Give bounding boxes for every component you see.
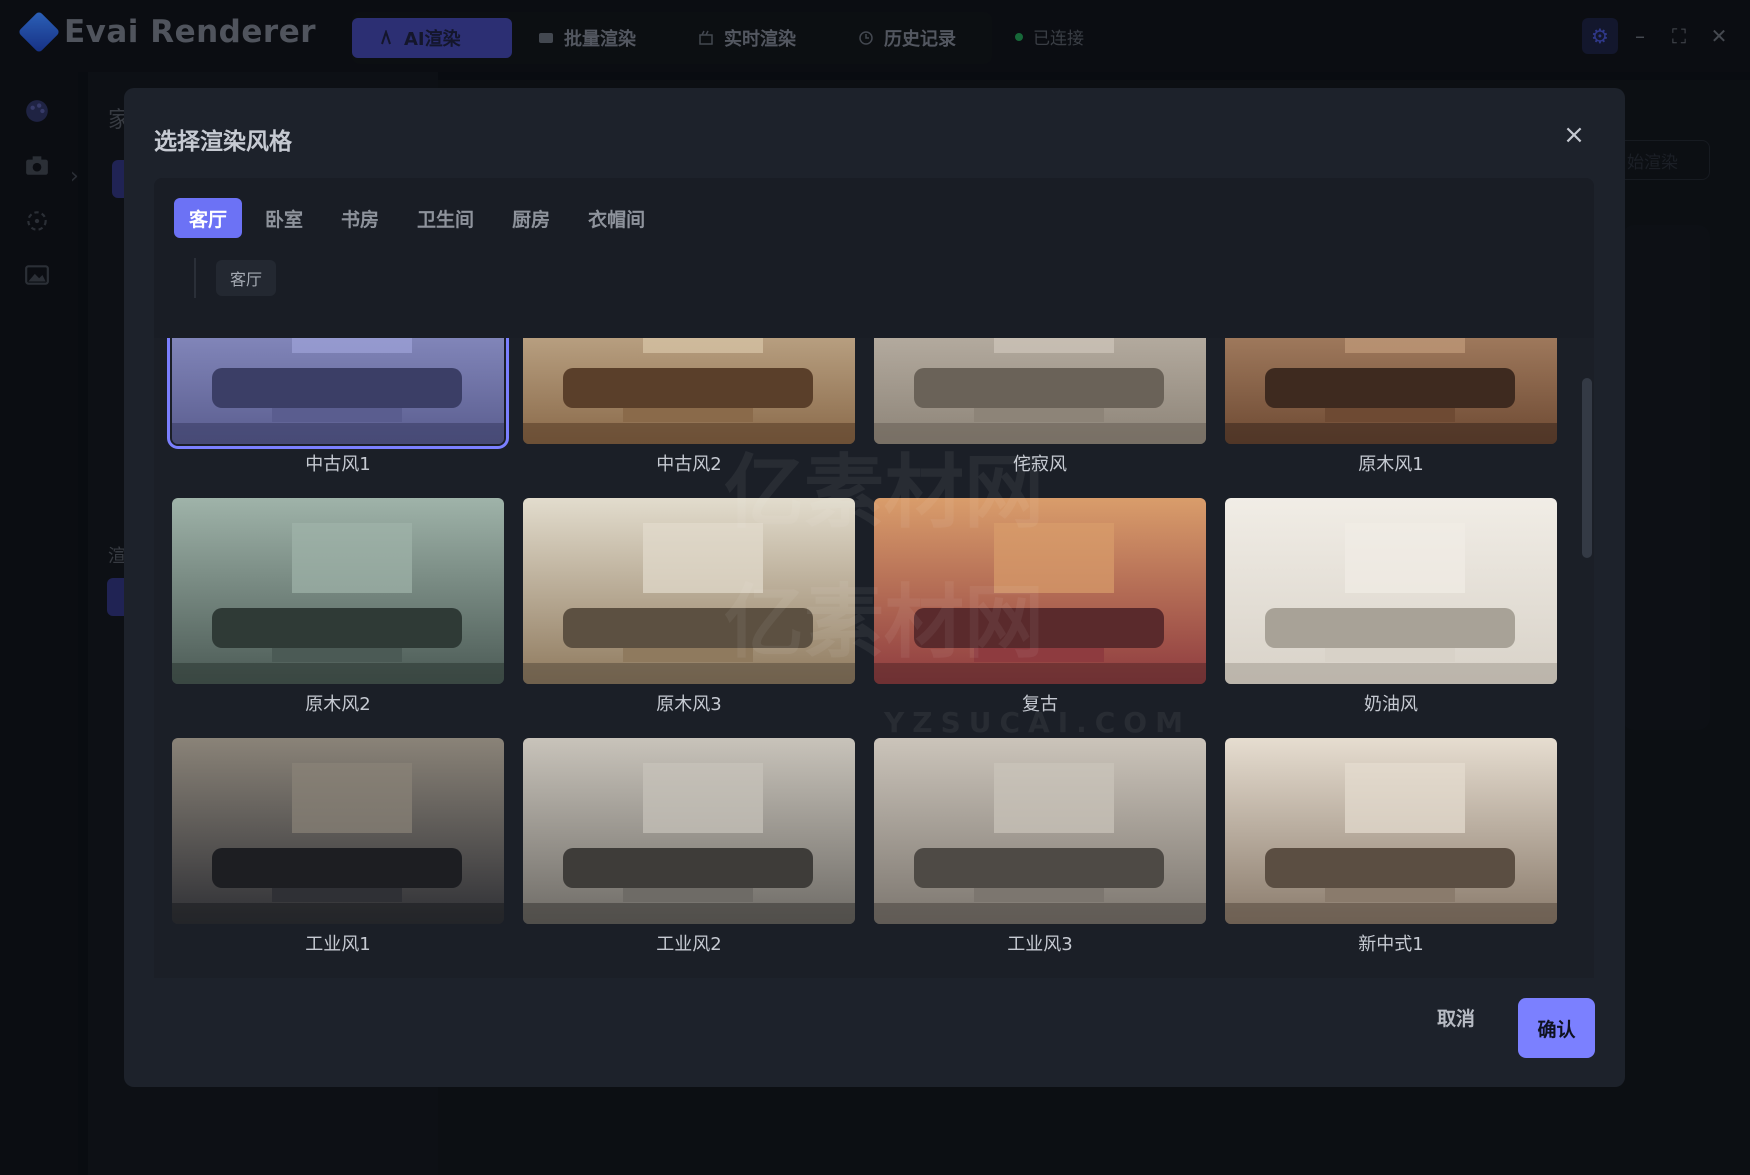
modal-close-button[interactable]: × <box>1561 122 1587 148</box>
style-card-label: 原木风1 <box>1358 454 1424 475</box>
style-card-label: 侘寂风 <box>1013 454 1067 475</box>
tab-living-room[interactable]: 客厅 <box>174 198 243 238</box>
close-icon: × <box>1563 120 1585 150</box>
style-card[interactable]: 原木风3 <box>523 498 855 728</box>
style-thumbnail-image <box>172 498 504 684</box>
style-card-label: 中古风2 <box>656 454 722 475</box>
style-grid: 中古风1 中古风2 侘寂风 原木风1 原木风2 原木风3 复古 奶油风工业风1 工业风2 工业风3… <box>154 338 1594 978</box>
style-thumbnail-image <box>172 738 504 924</box>
sub-category-tag[interactable]: 客厅 <box>216 260 277 296</box>
style-card-label: 中古风1 <box>305 454 371 475</box>
tab-cloakroom[interactable]: 衣帽间 <box>573 198 660 238</box>
style-thumbnail-image <box>874 338 1206 444</box>
grid-scrollbar[interactable] <box>1582 378 1592 558</box>
style-card[interactable]: 工业风3 <box>874 738 1206 968</box>
style-thumbnail-image <box>523 498 855 684</box>
style-card-label: 原木风2 <box>305 694 371 715</box>
style-thumbnail-image <box>523 738 855 924</box>
style-card[interactable]: 侘寂风 <box>874 338 1206 488</box>
confirm-button[interactable]: 确认 <box>1518 998 1595 1058</box>
style-card[interactable]: 原木风1 <box>1225 338 1557 488</box>
style-thumbnail-image <box>874 738 1206 924</box>
modal-title: 选择渲染风格 <box>154 129 292 155</box>
style-card-label: 工业风1 <box>305 934 371 955</box>
style-card-label: 奶油风 <box>1364 694 1418 715</box>
tab-bathroom[interactable]: 卫生间 <box>402 198 489 238</box>
style-card[interactable]: 奶油风 <box>1225 498 1557 728</box>
style-card[interactable]: 中古风2 <box>523 338 855 488</box>
style-thumbnail-image <box>1225 738 1557 924</box>
tab-kitchen[interactable]: 厨房 <box>497 198 565 238</box>
style-card-label: 工业风3 <box>1007 934 1073 955</box>
style-card-label: 复古 <box>1022 694 1058 715</box>
style-card[interactable]: 工业风1 <box>172 738 504 968</box>
tab-bedroom[interactable]: 卧室 <box>250 198 318 238</box>
style-thumbnail-image <box>167 338 509 449</box>
style-thumbnail-image <box>874 498 1206 684</box>
style-select-modal: 选择渲染风格 × 客厅 卧室 书房 卫生间 厨房 衣帽间 客厅 中古风1 中古风2… <box>124 88 1625 1087</box>
cancel-button[interactable]: 取消 <box>1426 997 1486 1037</box>
style-card-label: 新中式1 <box>1358 934 1424 955</box>
style-thumbnail-image <box>1225 338 1557 444</box>
style-card[interactable]: 原木风2 <box>172 498 504 728</box>
style-card[interactable]: 工业风2 <box>523 738 855 968</box>
style-thumbnail-image <box>1225 498 1557 684</box>
sub-tag-divider <box>194 258 196 298</box>
category-tabs: 客厅 卧室 书房 卫生间 厨房 衣帽间 <box>174 198 668 238</box>
style-thumbnail-image <box>523 338 855 444</box>
tab-study[interactable]: 书房 <box>326 198 394 238</box>
style-card-label: 原木风3 <box>656 694 722 715</box>
style-card[interactable]: 新中式1 <box>1225 738 1557 968</box>
style-card[interactable]: 复古 <box>874 498 1206 728</box>
style-card-label: 工业风2 <box>656 934 722 955</box>
style-card[interactable]: 中古风1 <box>167 338 509 488</box>
